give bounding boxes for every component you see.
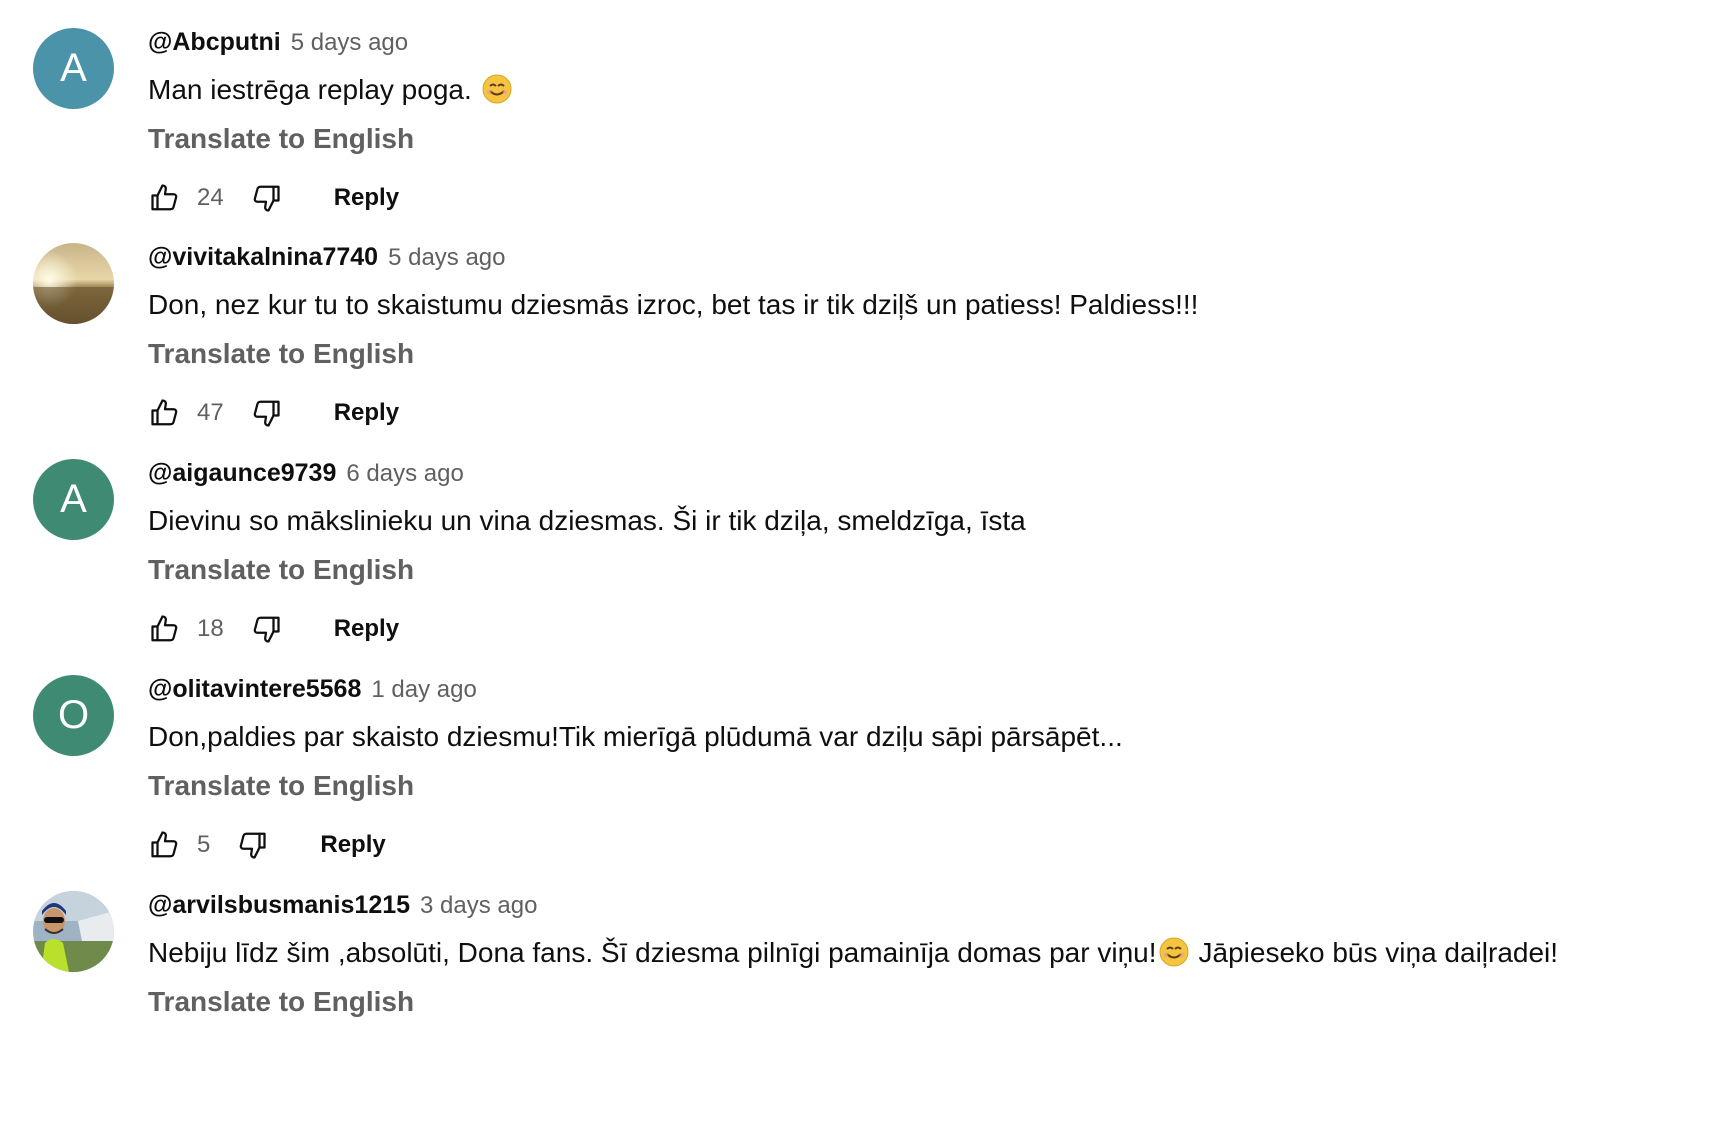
avatar[interactable]: A [33, 28, 114, 109]
comment-actions: 47 Reply [145, 393, 399, 433]
comment-time[interactable]: 5 days ago [388, 244, 505, 272]
like-button[interactable] [145, 609, 185, 649]
dislike-button[interactable] [232, 825, 272, 865]
comment-author[interactable]: @aigaunce9739 [148, 459, 336, 488]
comment-time[interactable]: 1 day ago [371, 676, 476, 704]
avatar-letter: A [60, 46, 87, 90]
comment-item: A @aigaunce9739 6 days ago Dievinu so mā… [0, 459, 1716, 689]
comment-text: Man iestrēga replay poga. [148, 74, 512, 107]
thumb-down-icon [240, 832, 266, 859]
avatar-photo [33, 243, 114, 324]
comment-item: A @Abcputni 5 days ago Man iestrēga repl… [0, 28, 1716, 258]
comment-header: @aigaunce9739 6 days ago [148, 459, 464, 491]
reply-button[interactable]: Reply [334, 615, 399, 643]
thumb-up-icon [151, 184, 178, 211]
dislike-button[interactable] [246, 178, 286, 218]
like-count: 5 [197, 831, 211, 858]
like-count: 24 [197, 184, 224, 211]
comment-header: @Abcputni 5 days ago [148, 28, 408, 60]
avatar-letter: O [57, 693, 90, 737]
comment-time[interactable]: 3 days ago [420, 892, 537, 920]
reply-button[interactable]: Reply [334, 399, 399, 427]
translate-button[interactable]: Translate to English [148, 338, 414, 370]
avatar-photo [33, 891, 114, 972]
reply-button[interactable]: Reply [320, 831, 385, 859]
comment-author[interactable]: @Abcputni [148, 28, 281, 57]
translate-button[interactable]: Translate to English [148, 770, 414, 802]
avatar[interactable] [33, 243, 114, 324]
avatar[interactable]: O [33, 675, 114, 756]
avatar-letter: A [60, 477, 87, 521]
comment-item: O @olitavintere5568 1 day ago Don,paldie… [0, 675, 1716, 905]
thumb-up-icon [151, 615, 178, 642]
comment-text-content: Man iestrēga replay poga. [148, 74, 472, 105]
comment-actions: 18 Reply [145, 609, 399, 649]
translate-button[interactable]: Translate to English [148, 123, 414, 155]
dislike-button[interactable] [246, 609, 286, 649]
comment-author[interactable]: @arvilsbusmanis1215 [148, 891, 410, 920]
dislike-button[interactable] [246, 393, 286, 433]
comment-actions: 5 Reply [145, 825, 386, 865]
avatar[interactable] [33, 891, 114, 972]
comment-author[interactable]: @olitavintere5568 [148, 675, 361, 704]
comment-item: @arvilsbusmanis1215 3 days ago Nebiju lī… [0, 891, 1716, 1121]
comment-text: Dievinu so mākslinieku un vina dziesmas.… [148, 505, 1026, 536]
translate-button[interactable]: Translate to English [148, 554, 414, 586]
comment-item: @vivitakalnina7740 5 days ago Don, nez k… [0, 243, 1716, 473]
smile-emoji-icon [1159, 937, 1188, 967]
like-button[interactable] [145, 178, 185, 218]
like-button[interactable] [145, 825, 185, 865]
comment-text: Don,paldies par skaisto dziesmu!Tik mier… [148, 721, 1123, 752]
avatar[interactable]: A [33, 459, 114, 540]
comment-text-part: Nebiju līdz šim ,absolūti, Dona fans. Šī… [148, 937, 1157, 968]
thumb-up-icon [151, 831, 178, 858]
comment-text: Don, nez kur tu to skaistumu dziesmās iz… [148, 289, 1199, 320]
comment-author[interactable]: @vivitakalnina7740 [148, 243, 378, 272]
comment-actions: 24 Reply [145, 178, 399, 218]
comment-text: Nebiju līdz šim ,absolūti, Dona fans. Šī… [148, 937, 1558, 970]
comment-text-part: Jāpieseko būs viņa daiļradei! [1198, 937, 1559, 968]
thumb-up-icon [151, 399, 178, 426]
reply-button[interactable]: Reply [334, 184, 399, 212]
smile-emoji-icon [482, 74, 512, 104]
comment-header: @vivitakalnina7740 5 days ago [148, 243, 506, 275]
translate-button[interactable]: Translate to English [148, 986, 414, 1018]
comment-header: @arvilsbusmanis1215 3 days ago [148, 891, 537, 923]
comment-time[interactable]: 6 days ago [346, 460, 463, 488]
thumb-down-icon [253, 400, 280, 427]
comment-time[interactable]: 5 days ago [291, 29, 408, 57]
comment-header: @olitavintere5568 1 day ago [148, 675, 477, 707]
thumb-down-icon [253, 616, 280, 643]
thumb-down-icon [253, 185, 280, 212]
like-button[interactable] [145, 393, 185, 433]
like-count: 47 [197, 399, 224, 426]
like-count: 18 [197, 615, 224, 642]
